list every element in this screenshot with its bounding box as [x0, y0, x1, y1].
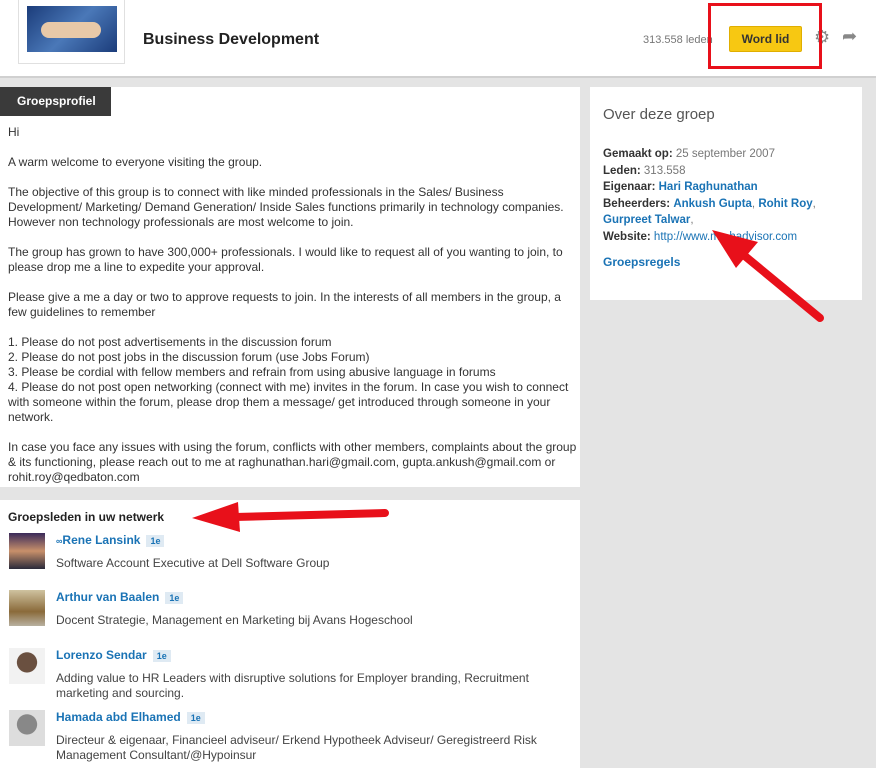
- annotation-highlight-box: [708, 3, 822, 69]
- person-name-text: Hamada abd Elhamed: [56, 710, 181, 724]
- manager-link[interactable]: Gurpreet Talwar: [603, 214, 690, 226]
- degree-badge: 1e: [186, 712, 205, 724]
- degree-badge: 1e: [146, 535, 165, 547]
- degree-badge: 1e: [152, 650, 171, 662]
- about-group-card: Over deze groep Gemaakt op: 25 september…: [590, 87, 862, 300]
- desc-paragraph: The objective of this group is to connec…: [8, 185, 564, 229]
- network-members-card: Groepsleden in uw netwerk ∞Rene Lansink 1…: [0, 500, 580, 768]
- person-name[interactable]: ∞Rene Lansink 1e: [56, 533, 165, 547]
- person-headline: Directeur & eigenaar, Financieel adviseu…: [56, 733, 537, 762]
- tab-group-profile[interactable]: Groepsprofiel: [0, 87, 111, 116]
- person-name-text: Arthur van Baalen: [56, 590, 160, 604]
- group-header: Business Development 313.558 leden Word …: [0, 0, 876, 78]
- group-title: Business Development: [143, 31, 320, 48]
- person-headline: Adding value to HR Leaders with disrupti…: [56, 671, 529, 700]
- person-name[interactable]: Lorenzo Sendar 1e: [56, 648, 171, 662]
- group-description: Hi A warm welcome to everyone visiting t…: [8, 125, 578, 500]
- desc-rules-list: 1. Please do not post advertisements in …: [8, 335, 569, 424]
- owner-label: Eigenaar:: [603, 181, 656, 193]
- avatar[interactable]: [9, 710, 45, 746]
- members-label: Leden:: [603, 164, 641, 177]
- avatar[interactable]: [9, 533, 45, 569]
- network-title: Groepsleden in uw netwerk: [8, 510, 165, 524]
- manager-link[interactable]: Rohit Roy: [758, 198, 812, 210]
- managers-label: Beheerders:: [603, 197, 671, 210]
- desc-paragraph: Hi: [8, 125, 20, 139]
- person-name-text: Rene Lansink: [62, 533, 141, 547]
- created-label: Gemaakt op:: [603, 148, 673, 160]
- group-profile-card: Groepsprofiel Hi A warm welcome to every…: [0, 87, 580, 487]
- degree-badge: 1e: [165, 592, 184, 604]
- person-name-text: Lorenzo Sendar: [56, 648, 147, 662]
- member-count: 313.558 leden: [643, 34, 713, 46]
- person-headline: Software Account Executive at Dell Softw…: [56, 556, 330, 570]
- avatar[interactable]: [9, 648, 45, 684]
- manager-link[interactable]: Ankush Gupta: [673, 198, 752, 210]
- about-title: Over deze groep: [603, 106, 715, 123]
- desc-paragraph: A warm welcome to everyone visiting the …: [8, 155, 263, 169]
- group-rules-link[interactable]: Groepsregels: [603, 255, 680, 269]
- avatar[interactable]: [9, 590, 45, 626]
- person-name[interactable]: Hamada abd Elhamed 1e: [56, 710, 205, 724]
- group-logo: [18, 0, 125, 64]
- desc-paragraph: Please give a me a day or two to approve…: [8, 290, 561, 319]
- desc-paragraph: The group has grown to have 300,000+ pro…: [8, 245, 563, 274]
- members-value: 313.558: [643, 164, 686, 177]
- person-name[interactable]: Arthur van Baalen 1e: [56, 590, 184, 604]
- person-headline: Docent Strategie, Management en Marketin…: [56, 613, 413, 627]
- created-date: 25 september 2007: [675, 148, 775, 160]
- website-link[interactable]: http://www.m...hadvisor.com: [654, 231, 797, 243]
- share-icon[interactable]: ➦: [842, 26, 857, 47]
- desc-paragraph: In case you face any issues with using t…: [8, 440, 577, 484]
- owner-link[interactable]: Hari Raghunathan: [659, 181, 758, 193]
- website-label: Website:: [603, 230, 651, 243]
